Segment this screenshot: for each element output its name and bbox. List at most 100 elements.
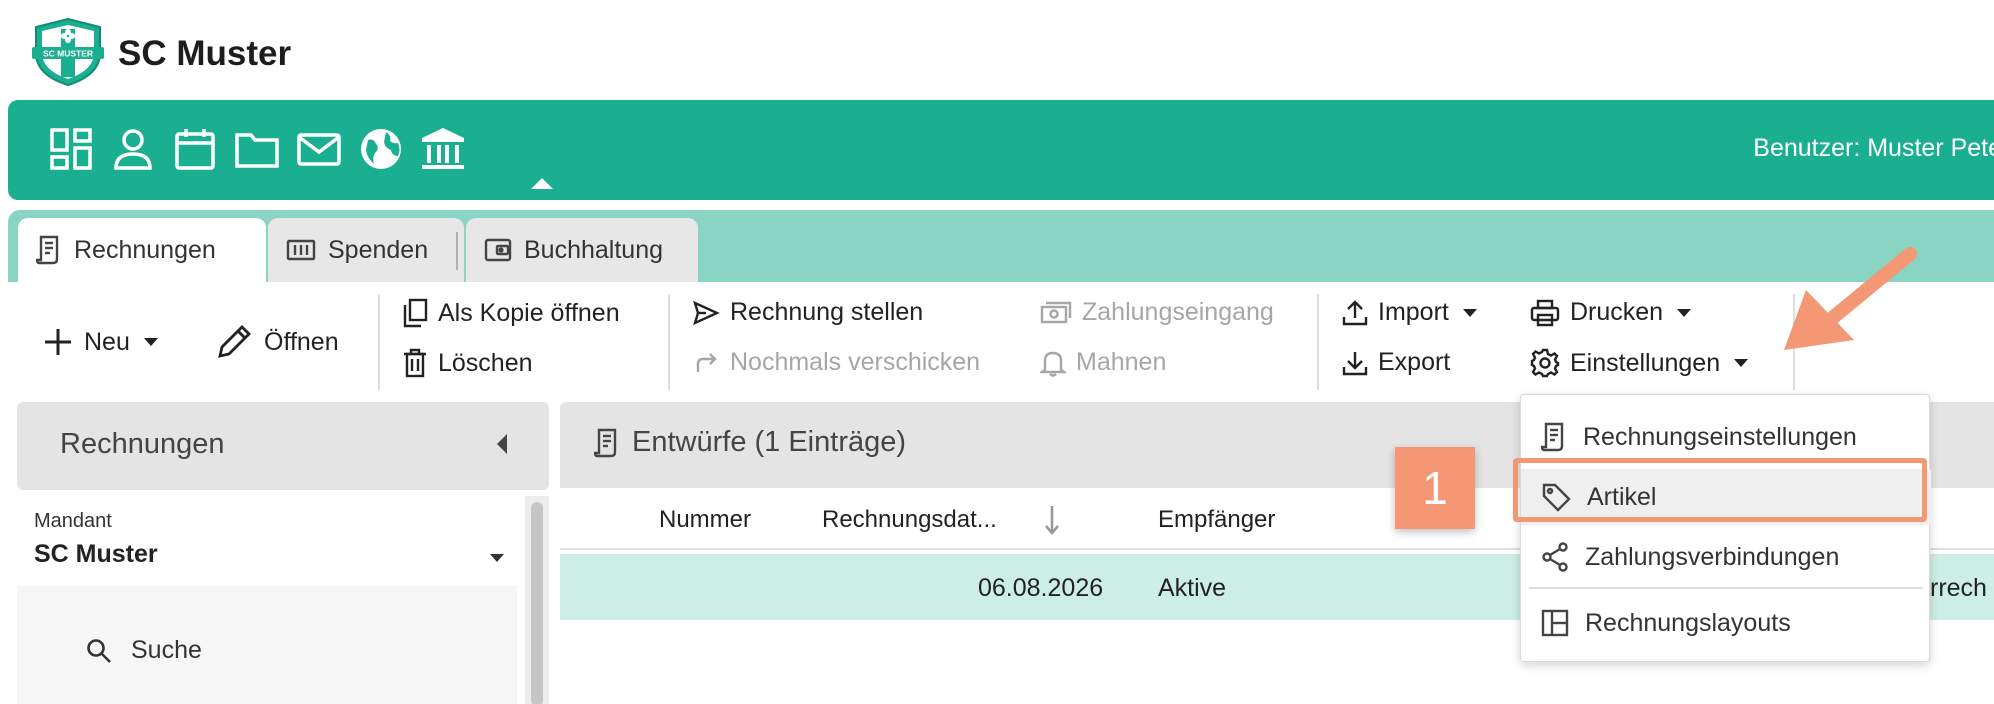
tab-label: Spenden: [328, 235, 429, 264]
send-icon: [692, 300, 730, 326]
search-icon: [85, 637, 131, 665]
toolbar: Neu Öffnen Als Kopie öffnen Löschen Rech…: [0, 284, 1994, 400]
column-header-nummer[interactable]: Nummer: [659, 506, 751, 534]
list-title-text: Entwürfe (1 Einträge): [632, 426, 907, 458]
cell-empfaenger: Aktive: [1158, 574, 1227, 602]
export-button[interactable]: Export: [1342, 348, 1450, 377]
tab-rechnungen[interactable]: Rechnungen: [18, 218, 266, 282]
new-button[interactable]: Neu: [42, 326, 158, 358]
cell-truncated: rrech: [1930, 574, 1987, 602]
mandant-label: Mandant: [34, 510, 112, 532]
open-copy-label: Als Kopie öffnen: [438, 298, 620, 327]
menu-item-rechnungslayouts[interactable]: Rechnungslayouts: [1521, 595, 1931, 651]
annotation-highlight-box: [1513, 458, 1927, 522]
payment-receipt-button[interactable]: Zahlungseingang: [1040, 298, 1274, 327]
print-label: Drucken: [1570, 298, 1664, 326]
collapse-sidebar-icon[interactable]: [497, 434, 507, 454]
app-title: SC Muster: [118, 34, 292, 73]
delete-label: Löschen: [438, 348, 533, 377]
sidebar-header: Rechnungen: [17, 402, 549, 490]
column-header-empfaenger[interactable]: Empfänger: [1158, 506, 1275, 534]
bank-icon[interactable]: [420, 126, 466, 172]
upload-icon: [1342, 299, 1378, 327]
list-title: Entwürfe (1 Einträge): [594, 426, 906, 459]
chevron-down-icon: [1462, 308, 1477, 317]
app-header: SC MUSTER SC Muster: [0, 0, 1994, 100]
issue-invoice-label: Rechnung stellen: [730, 298, 924, 326]
mandant-select[interactable]: Mandant SC Muster: [17, 496, 517, 586]
annotation-step-badge: 1: [1395, 447, 1475, 529]
remind-label: Mahnen: [1076, 348, 1167, 376]
copy-icon: [402, 298, 438, 328]
dashboard-icon[interactable]: [48, 126, 94, 172]
download-icon: [1342, 349, 1378, 377]
money-icon: [1040, 301, 1082, 325]
menu-item-label: Rechnungslayouts: [1585, 608, 1791, 637]
sidebar: Rechnungen Mandant SC Muster Suche: [17, 402, 549, 704]
current-user-label[interactable]: Benutzer: Muster Pete: [1753, 134, 1994, 163]
open-copy-button[interactable]: Als Kopie öffnen: [402, 298, 620, 328]
gear-icon: [1530, 348, 1570, 378]
tab-label: Buchhaltung: [524, 235, 664, 264]
cell-rechnungsdatum: 06.08.2026: [978, 574, 1104, 602]
bell-icon: [1040, 349, 1076, 377]
nav-active-indicator: [531, 178, 553, 189]
resend-button[interactable]: Nochmals verschicken: [692, 348, 980, 377]
settings-dropdown-menu: Rechnungseinstellungen Artikel Zahlungsv…: [1520, 394, 1931, 662]
column-header-rechnungsdatum[interactable]: Rechnungsdat...: [822, 506, 997, 534]
calendar-icon[interactable]: [172, 126, 218, 172]
search-label: Suche: [131, 636, 202, 664]
mandant-value: SC Muster: [34, 540, 158, 568]
tab-separator: [456, 232, 458, 270]
resend-label: Nochmals verschicken: [730, 348, 981, 376]
remind-button[interactable]: Mahnen: [1040, 348, 1166, 377]
sort-descending-icon[interactable]: [1044, 504, 1060, 536]
main-nav-bar: Benutzer: Muster Pete: [8, 100, 1994, 200]
menu-item-label: Rechnungseinstellungen: [1583, 422, 1857, 451]
wallet-icon: [484, 237, 524, 263]
folder-icon[interactable]: [234, 126, 280, 172]
toolbar-divider: [1317, 294, 1319, 390]
svg-text:SC MUSTER: SC MUSTER: [43, 49, 93, 59]
module-tab-bar: Rechnungen Spenden Buchhaltung: [8, 210, 1994, 282]
payment-receipt-label: Zahlungseingang: [1082, 298, 1274, 326]
tab-buchhaltung[interactable]: Buchhaltung: [466, 218, 698, 282]
export-label: Export: [1378, 348, 1451, 376]
donation-icon: [286, 239, 328, 261]
pencil-icon: [214, 322, 264, 362]
print-button[interactable]: Drucken: [1530, 298, 1692, 327]
open-button[interactable]: Öffnen: [214, 322, 339, 362]
trash-icon: [402, 348, 438, 378]
menu-item-label: Zahlungsverbindungen: [1585, 542, 1840, 571]
sidebar-scrollbar-thumb[interactable]: [531, 502, 543, 704]
mail-icon[interactable]: [296, 126, 342, 172]
menu-divider: [1529, 587, 1923, 589]
chevron-down-icon: [143, 338, 158, 346]
club-logo: SC MUSTER: [30, 17, 106, 87]
new-button-label: Neu: [84, 327, 130, 356]
sidebar-title: Rechnungen: [60, 428, 225, 460]
chevron-down-icon: [1677, 308, 1692, 317]
invoice-icon: [594, 428, 632, 458]
globe-icon[interactable]: [358, 126, 404, 172]
settings-button[interactable]: Einstellungen: [1530, 348, 1749, 378]
issue-invoice-button[interactable]: Rechnung stellen: [692, 298, 923, 327]
search-link[interactable]: Suche: [85, 636, 202, 665]
import-button[interactable]: Import: [1342, 298, 1477, 327]
redo-icon: [692, 350, 730, 376]
menu-item-rechnungseinstellungen[interactable]: Rechnungseinstellungen: [1521, 409, 1931, 465]
menu-item-zahlungsverbindungen[interactable]: Zahlungsverbindungen: [1521, 529, 1931, 585]
toolbar-divider: [378, 294, 380, 390]
chevron-down-icon: [490, 554, 504, 562]
import-label: Import: [1378, 298, 1449, 326]
printer-icon: [1530, 299, 1570, 327]
layout-icon: [1541, 609, 1585, 637]
tab-spenden[interactable]: Spenden: [268, 218, 464, 282]
invoice-icon: [1541, 422, 1583, 452]
person-icon[interactable]: [110, 126, 156, 172]
chevron-down-icon: [1734, 359, 1749, 367]
plus-icon: [42, 326, 84, 358]
delete-button[interactable]: Löschen: [402, 348, 533, 378]
sidebar-body: Mandant SC Muster Suche: [17, 496, 517, 704]
invoice-icon: [36, 235, 74, 265]
